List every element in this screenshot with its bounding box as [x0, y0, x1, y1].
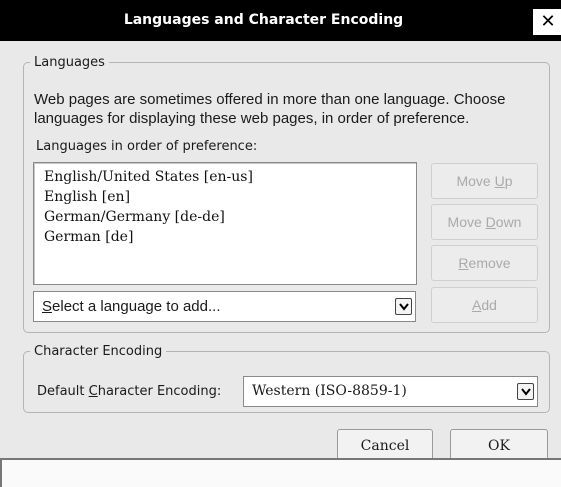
move-down-label-post: own [495, 214, 522, 230]
move-up-label-accel: U [494, 173, 505, 189]
default-encoding-label-accel: C [88, 384, 98, 399]
add-button[interactable]: Add [431, 287, 538, 323]
list-item[interactable]: English [en] [44, 188, 130, 207]
languages-list-label: Languages in order of preference: [36, 139, 258, 154]
move-up-label-post: p [504, 173, 513, 189]
close-icon[interactable]: ✕ [531, 9, 561, 35]
languages-legend: Languages [34, 55, 105, 70]
encoding-select[interactable]: Western (ISO-8859-1) [243, 376, 538, 407]
remove-label-accel: R [458, 255, 469, 271]
chevron-down-icon[interactable] [395, 298, 412, 315]
move-up-button[interactable]: Move Up [431, 163, 538, 199]
add-language-select[interactable]: Select a language to add... [33, 291, 416, 322]
languages-listbox[interactable]: English/United States [en-us] English [e… [33, 162, 417, 285]
title-bar[interactable]: Languages and Character Encoding ✕ [0, 0, 561, 41]
move-down-label-accel: D [485, 214, 496, 230]
list-item[interactable]: German/Germany [de-de] [44, 208, 225, 227]
list-item[interactable]: German [de] [44, 228, 133, 247]
add-language-select-text: Select a language to add... [42, 292, 220, 321]
window-title: Languages and Character Encoding [123, 12, 404, 28]
add-label-accel: A [472, 297, 482, 313]
add-select-post: elect a language to add... [52, 298, 221, 315]
move-down-label-pre: Move [447, 214, 486, 230]
list-item[interactable]: English/United States [en-us] [44, 168, 253, 187]
chevron-down-icon[interactable] [517, 383, 534, 400]
add-select-accel: S [42, 298, 53, 315]
add-label-post: dd [481, 297, 497, 313]
dialog-window: Languages and Character Encoding ✕ Langu… [0, 0, 561, 487]
window-footer [0, 460, 561, 487]
remove-label-post: emove [468, 255, 511, 271]
footer-edge [0, 460, 2, 487]
default-encoding-label: Default Character Encoding: [37, 384, 221, 399]
character-encoding-legend: Character Encoding [34, 344, 163, 359]
default-encoding-label-pre: Default [37, 384, 89, 399]
move-down-button[interactable]: Move Down [431, 204, 538, 240]
move-up-label-pre: Move [456, 173, 495, 189]
languages-description: Web pages are sometimes offered in more … [34, 91, 506, 127]
default-encoding-label-post: haracter Encoding: [97, 384, 222, 399]
remove-button[interactable]: Remove [431, 245, 538, 281]
encoding-select-value: Western (ISO-8859-1) [252, 383, 407, 399]
